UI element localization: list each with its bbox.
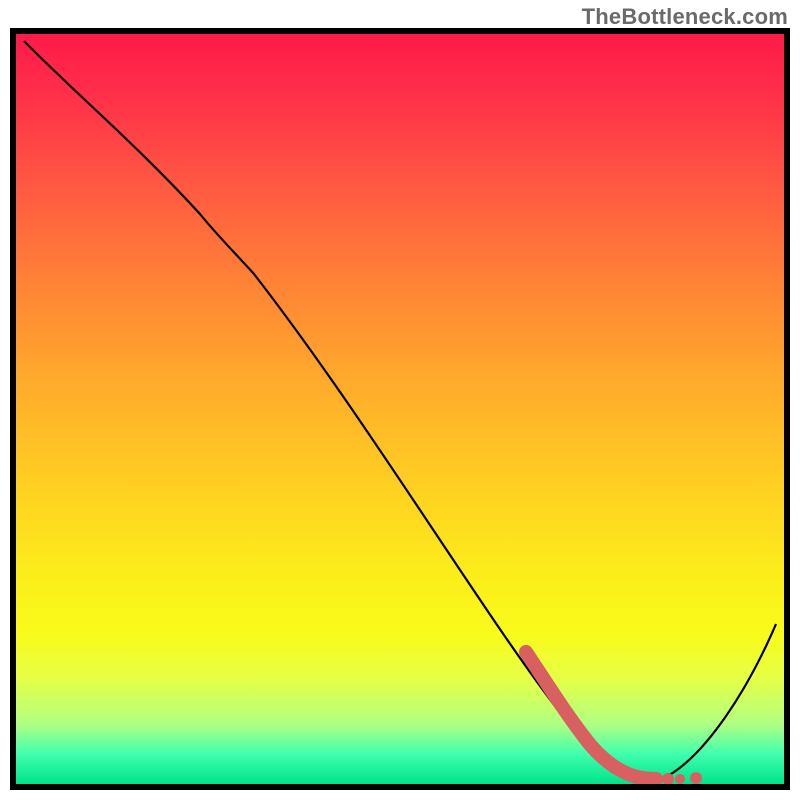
watermark-text: TheBottleneck.com: [582, 4, 788, 30]
highlight-dot-2: [675, 774, 685, 784]
bottleneck-curve: [24, 41, 776, 780]
highlight-dot-1: [662, 773, 674, 784]
highlight-ribbon: [526, 652, 656, 779]
highlight-dot-3: [690, 772, 702, 784]
chart-plot: [16, 34, 784, 784]
chart-frame: [10, 28, 790, 790]
